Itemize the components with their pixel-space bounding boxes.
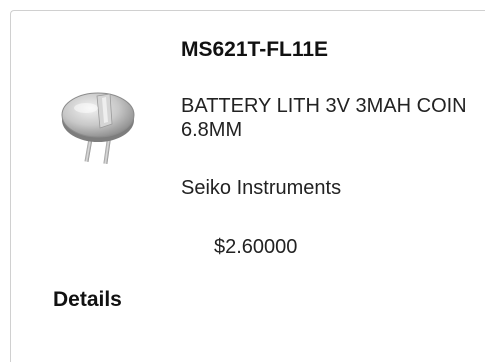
coin-cell-battery-icon [61,92,135,165]
part-number-link[interactable]: MS621T-FL11E [181,38,328,62]
unit-price: $2.60000 [214,236,298,258]
product-description: BATTERY LITH 3V 3MAH COIN 6.8MM [181,95,467,141]
manufacturer-name: Seiko Instruments [181,177,342,199]
product-image[interactable] [52,84,144,176]
details-link[interactable]: Details [53,288,122,312]
